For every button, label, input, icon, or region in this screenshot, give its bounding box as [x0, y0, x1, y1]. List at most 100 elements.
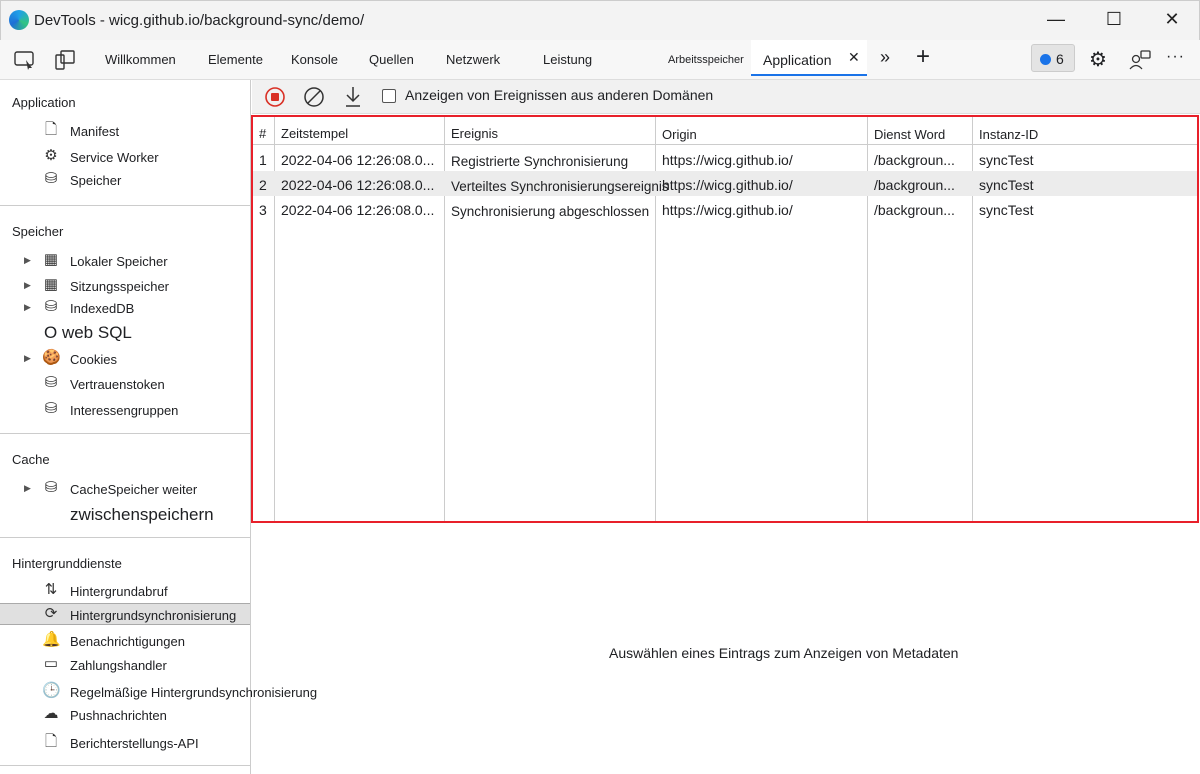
clear-button[interactable] [303, 86, 325, 108]
sidebar-item-label: Service Worker [70, 150, 159, 165]
sidebar-item-label: Regelmäßige Hintergrundsynchronisierung [70, 685, 318, 700]
sidebar-item[interactable]: 🗋 Manifest [0, 120, 250, 142]
expand-triangle-icon[interactable]: ▶ [24, 302, 31, 313]
sidebar-item[interactable]: ▭ Zahlungshandler [0, 654, 250, 676]
sidebar-item[interactable]: 🔔 Benachrichtigungen [0, 630, 250, 652]
sidebar-item[interactable]: ▶ 🍪 Cookies [0, 348, 250, 370]
tab-quellen[interactable]: Quellen [369, 52, 414, 67]
sidebar-item[interactable]: ⛁ Interessengruppen [0, 399, 250, 421]
divider [0, 765, 250, 766]
column-header[interactable]: Ereignis [451, 126, 498, 141]
column-header[interactable]: # [259, 126, 266, 141]
table-row[interactable]: 3 2022-04-06 12:26:08.0... Synchronisierun… [253, 196, 1197, 221]
sidebar-item-label: Lokaler Speicher [70, 254, 168, 269]
cloud-icon: ☁ [43, 705, 59, 722]
expand-triangle-icon[interactable]: ▶ [24, 483, 31, 494]
other-domains-checkbox[interactable] [382, 89, 396, 103]
tab-bar: Willkommen Elemente Konsole Quellen Netz… [0, 40, 1200, 80]
divider [0, 205, 250, 206]
sidebar-section-title: Speicher [12, 224, 64, 239]
table-cell: 3 [259, 202, 267, 218]
tab-arbeitsspeicher[interactable]: Arbeitsspeicher [668, 54, 744, 66]
record-button[interactable] [264, 86, 286, 108]
sidebar-item[interactable]: ▶ ⛁ CacheSpeicher weiter [0, 478, 250, 500]
column-header[interactable]: Origin [662, 127, 697, 142]
file-icon: 🗋 [44, 733, 58, 750]
table-cell: 2022-04-06 12:26:08.0... [281, 202, 435, 218]
sidebar-item-label: Berichterstellungs-API [70, 736, 199, 751]
toolbar: Anzeigen von Ereignissen aus anderen Dom… [252, 80, 1200, 114]
device-emulation-icon[interactable] [54, 49, 76, 71]
tab-elemente[interactable]: Elemente [208, 52, 263, 67]
sidebar-item[interactable]: ▶ ▦ Sitzungsspeicher [0, 275, 250, 297]
settings-gear-icon[interactable]: ⚙ [1089, 47, 1107, 72]
table-cell: syncTest [979, 202, 1034, 218]
expand-triangle-icon[interactable]: ▶ [24, 353, 31, 364]
sidebar-item[interactable]: ▶ ⛁ IndexedDB [0, 297, 250, 319]
column-header[interactable]: Instanz-ID [979, 127, 1038, 142]
sidebar-item[interactable]: ▶ ▦ Lokaler Speicher [0, 250, 250, 272]
table-row[interactable]: 1 2022-04-06 12:26:08.0... Registrierte Sy… [253, 146, 1197, 171]
sidebar-item[interactable]: ⛁ Vertrauenstoken [0, 373, 250, 395]
sidebar-item[interactable]: 🗋 Berichterstellungs-API [0, 732, 250, 754]
card-icon: ▭ [43, 655, 59, 672]
minimize-button[interactable]: — [1041, 9, 1071, 30]
more-options-button[interactable]: ··· [1166, 48, 1185, 66]
sidebar-item-label: Cookies [70, 352, 117, 367]
sidebar-item-label: CacheSpeicher weiter [70, 482, 198, 497]
sidebar-item-label: zwischenspeichern [70, 505, 214, 524]
sidebar-item[interactable]: ⇅ Hintergrundabruf [0, 580, 250, 602]
tab-application[interactable]: Application ✕ [751, 40, 867, 76]
window-title: DevTools - wicg.github.io/background-syn… [34, 12, 365, 29]
expand-triangle-icon[interactable]: ▶ [24, 280, 31, 291]
table-header [253, 117, 1197, 145]
feedback-icon[interactable] [1128, 49, 1152, 71]
tab-application-label: Application [763, 52, 832, 68]
sidebar-item-label: Pushnachrichten [70, 708, 167, 723]
sidebar-item[interactable]: ⚙ Service Worker [0, 146, 250, 168]
tab-netzwerk[interactable]: Netzwerk [446, 52, 500, 67]
file-icon: 🗋 [44, 121, 58, 138]
column-header[interactable]: Zeitstempel [281, 126, 348, 141]
column-header[interactable]: Dienst Word [874, 127, 945, 142]
sidebar-item-label: Vertrauenstoken [70, 377, 165, 392]
maximize-button[interactable]: ☐ [1099, 9, 1129, 30]
table-cell: 2022-04-06 12:26:08.0... [281, 177, 435, 193]
sync-icon: ⟳ [44, 605, 58, 622]
issues-count: 6 [1056, 51, 1064, 67]
sidebar-item-label: Hintergrundsynchronisierung [70, 608, 237, 623]
grid-icon: ▦ [43, 276, 59, 293]
inspect-icon[interactable] [14, 50, 36, 70]
sidebar-item-label: Manifest [70, 124, 120, 139]
sidebar-item-label: O web SQL [44, 323, 132, 342]
add-tab-button[interactable]: + [916, 43, 930, 71]
tab-leistung[interactable]: Leistung [543, 52, 592, 67]
divider [0, 537, 250, 538]
sidebar-item[interactable]: 🕒 Regelmäßige Hintergrundsynchronisierung [0, 681, 317, 703]
sidebar-item[interactable]: ☁ Pushnachrichten [0, 704, 250, 726]
table-cell: Verteiltes Synchronisierungsereignis [451, 179, 669, 194]
tab-konsole[interactable]: Konsole [291, 52, 338, 67]
download-button[interactable] [343, 85, 363, 109]
tab-willkommen[interactable]: Willkommen [105, 52, 176, 67]
sidebar-item[interactable]: O web SQL [0, 322, 250, 344]
sidebar-item[interactable]: ⛁ Speicher [0, 169, 250, 191]
issues-icon [1040, 54, 1051, 65]
close-tab-icon[interactable]: ✕ [848, 49, 860, 66]
table-cell: 2 [259, 177, 267, 193]
table-cell: https://wicg.github.io/ [662, 202, 793, 218]
title-bar: DevTools - wicg.github.io/background-syn… [0, 0, 1200, 40]
sidebar: Application 🗋 Manifest ⚙ Service Worker ⛁ Spei… [0, 80, 317, 774]
sidebar-item[interactable]: ⟳ Hintergrundsynchronisierung [0, 603, 250, 625]
sidebar-section-title: Cache [12, 452, 50, 467]
other-domains-label: Anzeigen von Ereignissen aus anderen Dom… [405, 87, 714, 103]
table-cell: Synchronisierung abgeschlossen [451, 204, 650, 219]
more-tabs-button[interactable]: » [880, 47, 890, 68]
table-row[interactable]: 2 2022-04-06 12:26:08.0... Verteiltes Sync… [253, 171, 1197, 196]
sidebar-item[interactable]: zwischenspeichern [0, 504, 250, 526]
table-cell: https://wicg.github.io/ [662, 152, 793, 168]
issues-badge[interactable]: 6 [1031, 44, 1075, 72]
divider [0, 433, 250, 434]
close-window-button[interactable]: ✕ [1157, 9, 1187, 30]
expand-triangle-icon[interactable]: ▶ [24, 255, 31, 266]
